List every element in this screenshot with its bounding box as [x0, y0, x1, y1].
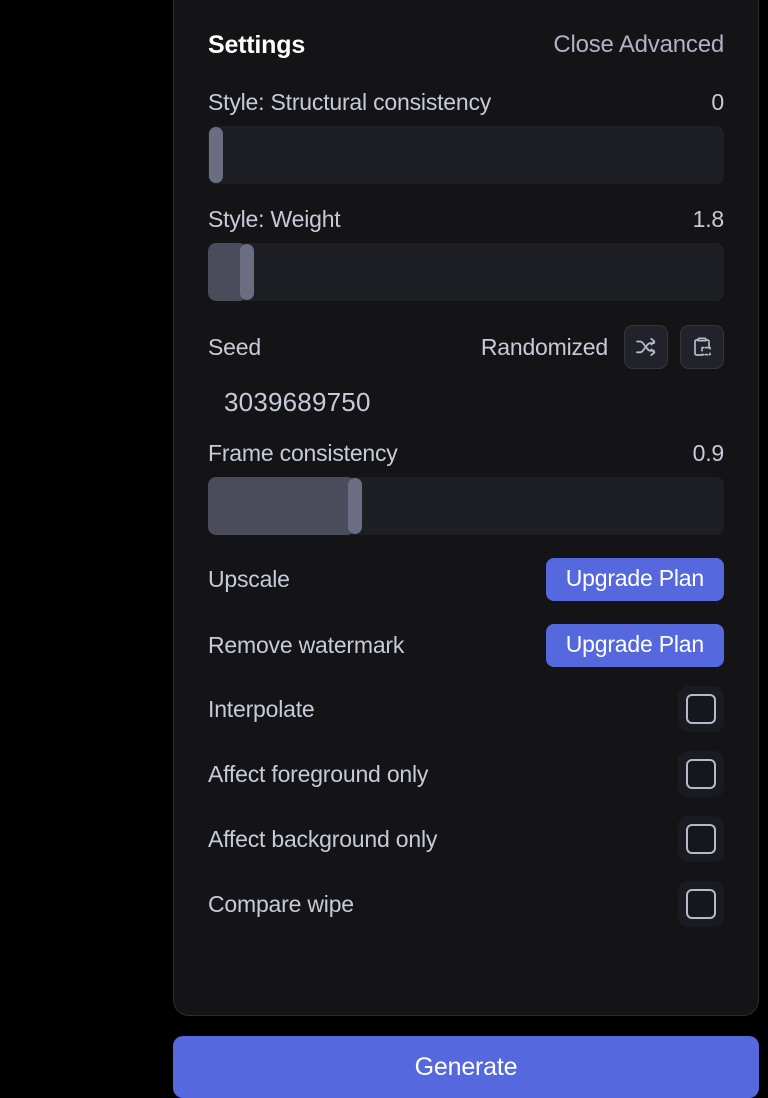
generate-button[interactable]: Generate	[173, 1036, 759, 1098]
affect-foreground-only-row: Affect foreground only	[208, 751, 724, 797]
interpolate-checkbox[interactable]	[678, 686, 724, 732]
slider-value-frame-consistency: 0.9	[692, 440, 725, 466]
seed-row: Seed Randomized	[208, 325, 724, 369]
slider-label-structural-consistency: Style: Structural consistency	[208, 89, 492, 115]
slider-value-structural-consistency: 0	[711, 89, 724, 115]
upscale-upgrade-plan-button[interactable]: Upgrade Plan	[545, 557, 724, 601]
slider-group-style-weight: Style: Weight 1.8	[208, 206, 724, 301]
slider-thumb[interactable]	[239, 244, 254, 300]
slider-thumb[interactable]	[348, 478, 363, 534]
settings-panel: Settings Close Advanced Style: Structura…	[173, 0, 759, 1016]
slider-header: Style: Structural consistency 0	[208, 89, 724, 116]
app-root: Settings Close Advanced Style: Structura…	[0, 0, 768, 1098]
checkbox-box-icon	[686, 759, 716, 789]
remove-watermark-upgrade-plan-button[interactable]: Upgrade Plan	[545, 623, 724, 667]
interpolate-row: Interpolate	[208, 686, 724, 732]
slider-label-style-weight: Style: Weight	[208, 206, 341, 232]
slider-frame-consistency[interactable]	[208, 477, 724, 535]
compare-wipe-checkbox[interactable]	[678, 881, 724, 927]
remove-watermark-label: Remove watermark	[208, 631, 405, 658]
seed-label: Seed	[208, 333, 261, 360]
slider-label-frame-consistency: Frame consistency	[208, 440, 398, 466]
affect-foreground-only-checkbox[interactable]	[678, 751, 724, 797]
slider-header: Style: Weight 1.8	[208, 206, 724, 233]
compare-wipe-label: Compare wipe	[208, 890, 354, 917]
shuffle-icon	[634, 335, 658, 359]
checkbox-box-icon	[686, 889, 716, 919]
compare-wipe-row: Compare wipe	[208, 881, 724, 927]
slider-thumb[interactable]	[209, 127, 223, 183]
generate-footer: Generate	[173, 1036, 759, 1098]
clipboard-paste-icon	[690, 335, 714, 359]
affect-background-only-checkbox[interactable]	[678, 816, 724, 862]
slider-style-weight[interactable]	[208, 243, 724, 301]
affect-background-only-row: Affect background only	[208, 816, 724, 862]
interpolate-label: Interpolate	[208, 695, 315, 722]
seed-paste-button[interactable]	[680, 325, 724, 369]
remove-watermark-row: Remove watermark Upgrade Plan	[208, 623, 724, 667]
slider-structural-consistency[interactable]	[208, 126, 724, 184]
affect-background-only-label: Affect background only	[208, 825, 438, 852]
upscale-label: Upscale	[208, 565, 290, 592]
slider-group-frame-consistency: Frame consistency 0.9	[208, 440, 724, 535]
slider-group-structural-consistency: Style: Structural consistency 0	[208, 89, 724, 184]
page-title: Settings	[208, 30, 306, 59]
seed-randomize-button[interactable]	[624, 325, 668, 369]
panel-header: Settings Close Advanced	[208, 23, 724, 67]
slider-header: Frame consistency 0.9	[208, 440, 724, 467]
slider-value-style-weight: 1.8	[692, 206, 725, 232]
checkbox-box-icon	[686, 694, 716, 724]
affect-foreground-only-label: Affect foreground only	[208, 760, 429, 787]
seed-value[interactable]: 3039689750	[208, 387, 724, 418]
seed-controls: Randomized	[481, 325, 724, 369]
close-advanced-button[interactable]: Close Advanced	[553, 31, 724, 59]
seed-state-label: Randomized	[480, 333, 608, 360]
checkbox-box-icon	[686, 824, 716, 854]
upscale-row: Upscale Upgrade Plan	[208, 557, 724, 601]
slider-fill	[208, 477, 356, 535]
